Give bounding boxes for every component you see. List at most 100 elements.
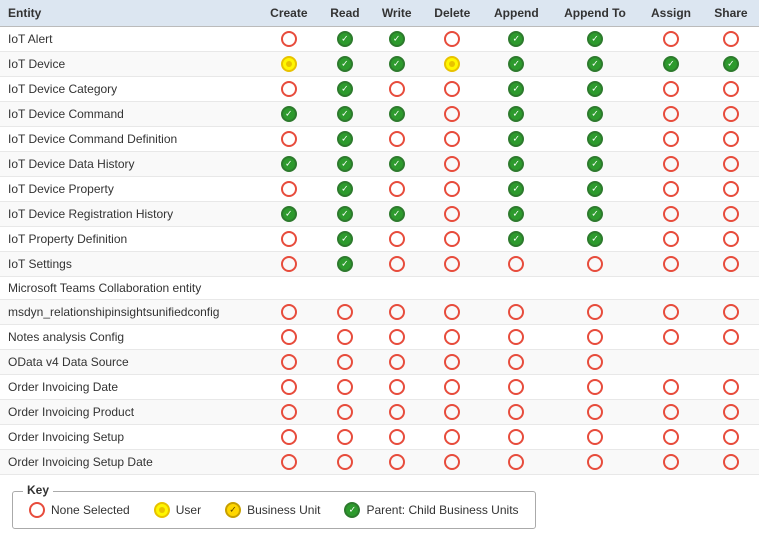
none-selected-icon — [444, 304, 460, 320]
none-selected-icon — [587, 379, 603, 395]
table-row: IoT Device — [0, 52, 759, 77]
permission-cell — [423, 450, 482, 475]
permission-cell — [482, 52, 551, 77]
permission-cell — [551, 152, 639, 177]
permission-cell — [703, 27, 759, 52]
permission-cell — [703, 350, 759, 375]
entity-name: Notes analysis Config — [0, 325, 259, 350]
permission-cell — [639, 277, 703, 300]
none-selected-icon — [444, 231, 460, 247]
permission-cell — [482, 177, 551, 202]
table-row: IoT Device Command — [0, 102, 759, 127]
none-selected-icon — [663, 131, 679, 147]
permission-cell — [423, 375, 482, 400]
permission-cell — [423, 350, 482, 375]
none-selected-icon — [337, 329, 353, 345]
permission-cell — [259, 102, 320, 127]
permission-cell — [371, 102, 423, 127]
permission-cell — [551, 102, 639, 127]
table-row: OData v4 Data Source — [0, 350, 759, 375]
none-selected-icon — [663, 256, 679, 272]
permission-cell — [259, 252, 320, 277]
permission-cell — [319, 325, 371, 350]
permission-cell — [639, 127, 703, 152]
permission-cell — [371, 152, 423, 177]
permission-cell — [371, 375, 423, 400]
col-delete: Delete — [423, 0, 482, 27]
permission-cell — [423, 425, 482, 450]
key-business-label: Business Unit — [247, 503, 320, 517]
none-selected-icon — [281, 404, 297, 420]
none-selected-icon — [508, 354, 524, 370]
permission-cell — [482, 400, 551, 425]
none-selected-icon — [508, 454, 524, 470]
table-row: IoT Device Data History — [0, 152, 759, 177]
none-selected-icon — [723, 454, 739, 470]
permission-cell — [551, 202, 639, 227]
permission-cell — [703, 252, 759, 277]
permission-cell — [482, 27, 551, 52]
col-write: Write — [371, 0, 423, 27]
permission-cell — [551, 52, 639, 77]
permission-cell — [259, 152, 320, 177]
parent-child-icon — [508, 56, 524, 72]
permission-cell — [639, 350, 703, 375]
table-row: Order Invoicing Setup — [0, 425, 759, 450]
none-selected-icon — [723, 206, 739, 222]
permission-cell — [259, 27, 320, 52]
parent-child-icon — [587, 181, 603, 197]
permission-cell — [639, 375, 703, 400]
parent-child-icon — [508, 231, 524, 247]
none-selected-icon — [663, 304, 679, 320]
col-entity: Entity — [0, 0, 259, 27]
permission-cell — [319, 252, 371, 277]
none-selected-icon — [281, 304, 297, 320]
permission-cell — [639, 52, 703, 77]
permission-cell — [423, 52, 482, 77]
entity-name: IoT Device Category — [0, 77, 259, 102]
permissions-table: Entity Create Read Write Delete Append A… — [0, 0, 759, 475]
none-selected-icon — [663, 379, 679, 395]
permission-cell — [639, 300, 703, 325]
permission-cell — [319, 77, 371, 102]
parent-child-icon — [587, 231, 603, 247]
none-selected-icon — [281, 256, 297, 272]
entity-name: Order Invoicing Date — [0, 375, 259, 400]
permission-cell — [259, 227, 320, 252]
permission-cell — [703, 375, 759, 400]
permission-cell — [703, 52, 759, 77]
none-selected-icon — [587, 304, 603, 320]
permission-cell — [371, 300, 423, 325]
none-selected-icon — [281, 131, 297, 147]
key-business: Business Unit — [225, 502, 320, 518]
permission-cell — [423, 27, 482, 52]
permission-cell — [639, 152, 703, 177]
parent-child-icon — [281, 206, 297, 222]
permission-cell — [371, 425, 423, 450]
none-selected-icon — [444, 329, 460, 345]
parent-child-icon — [389, 106, 405, 122]
entity-name: IoT Device Registration History — [0, 202, 259, 227]
col-append-to: Append To — [551, 0, 639, 27]
permission-cell — [703, 300, 759, 325]
entity-name: msdyn_relationshipinsightsunifiedconfig — [0, 300, 259, 325]
none-selected-icon — [337, 379, 353, 395]
permission-cell — [482, 227, 551, 252]
none-selected-icon — [508, 256, 524, 272]
permission-cell — [371, 277, 423, 300]
parent-child-icon — [337, 256, 353, 272]
permission-cell — [551, 127, 639, 152]
none-selected-icon — [337, 429, 353, 445]
permission-cell — [551, 227, 639, 252]
permission-cell — [319, 102, 371, 127]
permissions-table-container: Entity Create Read Write Delete Append A… — [0, 0, 759, 475]
parent-child-icon — [337, 206, 353, 222]
permission-cell — [639, 425, 703, 450]
permission-cell — [482, 102, 551, 127]
none-selected-icon — [723, 31, 739, 47]
parent-child-icon — [337, 81, 353, 97]
permission-cell — [639, 400, 703, 425]
none-selected-icon — [281, 81, 297, 97]
table-row: IoT Alert — [0, 27, 759, 52]
entity-name: IoT Device Command — [0, 102, 259, 127]
